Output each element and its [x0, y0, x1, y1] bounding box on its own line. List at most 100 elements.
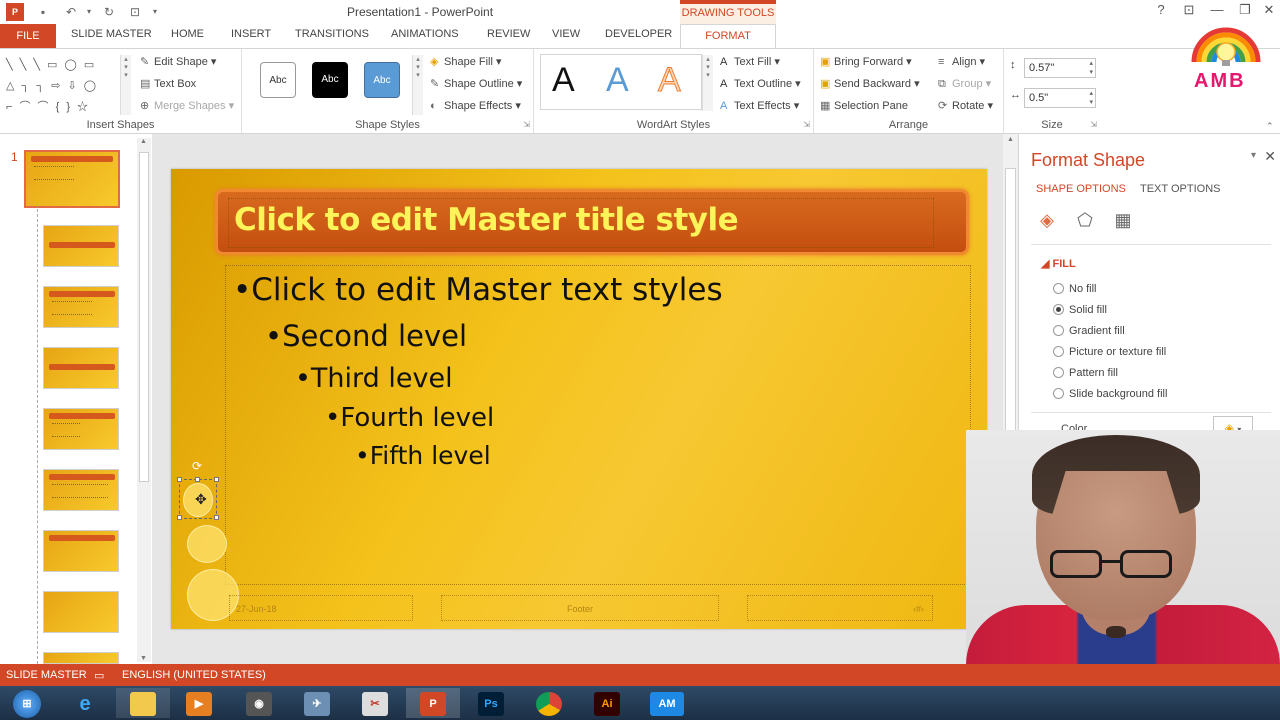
footer-placeholder[interactable]: Footer — [441, 595, 719, 621]
media-player-icon[interactable]: ▶ — [172, 688, 226, 718]
wordart-preset-orange[interactable]: A — [658, 61, 682, 100]
radio-button[interactable] — [1053, 325, 1064, 336]
fill-option-solid-fill[interactable]: Solid fill — [1053, 304, 1107, 316]
radio-button[interactable] — [1053, 388, 1064, 399]
size-properties-icon[interactable]: ▦ — [1111, 210, 1135, 234]
merge-shapes-button[interactable]: ⊕ Merge Shapes ▾ — [140, 99, 234, 112]
chrome-taskbar-icon[interactable] — [522, 688, 576, 718]
bring-forward-button[interactable]: ▣ Bring Forward ▾ — [820, 55, 912, 68]
tab-developer[interactable]: DEVELOPER — [605, 28, 672, 40]
layout-thumbnail[interactable] — [43, 591, 119, 633]
tab-text-options[interactable]: TEXT OPTIONS — [1140, 183, 1220, 195]
fill-option-slide-background-fill[interactable]: Slide background fill — [1053, 388, 1167, 400]
tab-shape-options[interactable]: SHAPE OPTIONS — [1036, 183, 1126, 195]
tab-animations[interactable]: ANIMATIONS — [391, 28, 459, 40]
resize-handle[interactable] — [214, 515, 219, 520]
collapse-ribbon-icon[interactable]: ⌃ — [1266, 121, 1274, 132]
text-outline-button[interactable]: A Text Outline ▾ — [720, 77, 801, 90]
shape-style-preset-blue[interactable]: Abc — [364, 62, 400, 98]
scroll-up-icon[interactable]: ▲ — [140, 138, 147, 145]
fill-option-pattern-fill[interactable]: Pattern fill — [1053, 367, 1118, 379]
layout-thumbnail[interactable] — [43, 652, 119, 664]
status-language[interactable]: ENGLISH (UNITED STATES) — [122, 669, 266, 681]
resize-handle[interactable] — [177, 515, 182, 520]
fill-option-picture-or-texture-fill[interactable]: Picture or texture fill — [1053, 346, 1166, 358]
resize-handle[interactable] — [195, 477, 200, 482]
tab-home[interactable]: HOME — [171, 28, 204, 40]
tab-insert[interactable]: INSERT — [231, 28, 271, 40]
text-fill-button[interactable]: A Text Fill ▾ — [720, 55, 780, 68]
help-icon[interactable]: ? — [1150, 2, 1172, 17]
text-level-2[interactable]: •Second level — [265, 319, 467, 353]
radio-button[interactable] — [1053, 367, 1064, 378]
shape-style-preset-black[interactable]: Abc — [312, 62, 348, 98]
file-explorer-icon[interactable] — [116, 688, 170, 718]
proofing-icon[interactable]: ▭ — [94, 669, 104, 682]
rotate-handle-icon[interactable]: ⟳ — [192, 459, 202, 473]
wordart-styles-launcher-icon[interactable]: ⇲ — [803, 120, 810, 129]
tab-format[interactable]: FORMAT — [680, 24, 776, 49]
shape-styles-launcher-icon[interactable]: ⇲ — [523, 120, 530, 129]
tab-slide-master[interactable]: SLIDE MASTER — [71, 28, 152, 40]
group-button[interactable]: ⧉ Group ▾ — [938, 77, 991, 91]
pane-options-icon[interactable]: ▾ — [1251, 150, 1256, 161]
height-spinner-icon[interactable]: ▴ ▾ — [1089, 59, 1093, 77]
fill-line-icon[interactable]: ◈ — [1035, 210, 1059, 234]
scroll-down-icon[interactable]: ▼ — [140, 655, 147, 662]
effects-pentagon-icon[interactable]: ⬠ — [1073, 210, 1097, 234]
photoshop-taskbar-icon[interactable]: Ps — [464, 688, 518, 718]
shape-style-preset-white[interactable]: Abc — [260, 62, 296, 98]
layout-thumbnail[interactable] — [43, 469, 119, 511]
text-level-3[interactable]: •Third level — [295, 363, 453, 394]
slide-canvas[interactable]: Click to edit Master title style •Click … — [171, 169, 987, 629]
fill-option-gradient-fill[interactable]: Gradient fill — [1053, 325, 1125, 337]
shape-outline-button[interactable]: ✎ Shape Outline ▾ — [430, 77, 522, 90]
master-title-placeholder[interactable]: Click to edit Master title style — [215, 189, 969, 255]
slide-master-thumbnail[interactable] — [24, 150, 120, 208]
align-button[interactable]: ≡ Align ▾ — [938, 55, 985, 68]
size-launcher-icon[interactable]: ⇲ — [1090, 120, 1097, 129]
shape-height-input[interactable]: 0.57" ▴ ▾ — [1024, 58, 1096, 78]
paint-tool-icon[interactable]: ✂ — [348, 688, 402, 718]
start-button-icon[interactable]: ⊞ — [0, 688, 54, 718]
layout-thumbnail[interactable] — [43, 225, 119, 267]
layout-thumbnail[interactable] — [43, 530, 119, 572]
layout-thumbnail[interactable] — [43, 286, 119, 328]
fill-section-header[interactable]: ◢ FILL — [1041, 257, 1076, 270]
illustrator-taskbar-icon[interactable]: Ai — [580, 688, 634, 718]
tab-file[interactable]: FILE — [0, 24, 56, 48]
powerpoint-taskbar-icon[interactable]: P — [406, 688, 460, 718]
camera-app-icon[interactable]: ◉ — [232, 688, 286, 718]
text-level-1[interactable]: •Click to edit Master text styles — [233, 272, 723, 308]
layout-thumbnail[interactable] — [43, 408, 119, 450]
selection-pane-button[interactable]: ▦ Selection Pane — [820, 99, 908, 112]
scroll-up-icon[interactable]: ▲ — [1007, 136, 1014, 143]
radio-button[interactable] — [1053, 304, 1064, 315]
internet-explorer-icon[interactable]: e — [58, 688, 112, 718]
master-title-text[interactable]: Click to edit Master title style — [234, 202, 739, 238]
am-taskbar-icon[interactable]: AM — [640, 688, 694, 718]
width-spinner-icon[interactable]: ▴ ▾ — [1089, 89, 1093, 107]
send-backward-button[interactable]: ▣ Send Backward ▾ — [820, 77, 920, 90]
fill-option-no-fill[interactable]: No fill — [1053, 283, 1097, 295]
rotate-button[interactable]: ⟳ Rotate ▾ — [938, 99, 993, 112]
shape-styles-scroll[interactable]: ▴ ▾ ▾ — [412, 55, 423, 115]
text-level-4[interactable]: •Fourth level — [325, 403, 494, 433]
shape-fill-button[interactable]: ◈ Shape Fill ▾ — [430, 55, 502, 68]
tab-transitions[interactable]: TRANSITIONS — [295, 28, 369, 40]
edit-shape-button[interactable]: ✎ Edit Shape ▾ — [140, 55, 216, 68]
resize-handle[interactable] — [177, 477, 182, 482]
wordart-preset-black[interactable]: A — [552, 61, 575, 100]
thumbnails-scroll-thumb[interactable] — [139, 152, 149, 482]
shape-effects-button[interactable]: ◐ Shape Effects ▾ — [430, 99, 521, 112]
thumbnails-scrollbar[interactable]: ▲ ▼ — [137, 138, 151, 662]
radio-button[interactable] — [1053, 346, 1064, 357]
app-icon[interactable]: ✈ — [290, 688, 344, 718]
slide-number-placeholder[interactable]: ‹#› — [747, 595, 933, 621]
text-effects-button[interactable]: A Text Effects ▾ — [720, 99, 799, 112]
shape-width-input[interactable]: 0.5" ▴ ▾ — [1024, 88, 1096, 108]
text-level-5[interactable]: •Fifth level — [355, 441, 491, 470]
tab-review[interactable]: REVIEW — [487, 28, 530, 40]
circle-shape[interactable] — [187, 525, 227, 563]
shapes-gallery-scroll[interactable]: ▴ ▾ ▾ — [120, 55, 131, 115]
